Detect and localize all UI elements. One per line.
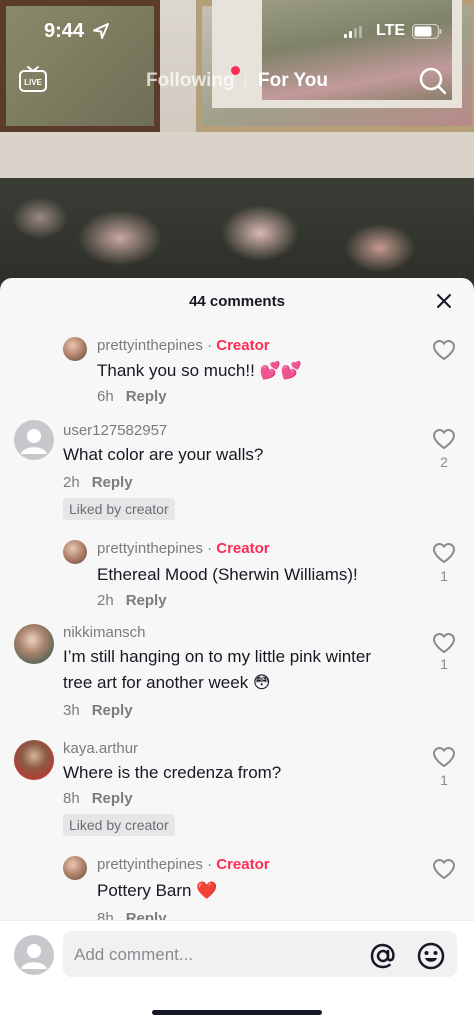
- heart-icon[interactable]: [432, 632, 456, 654]
- creator-badge: Creator: [216, 337, 270, 354]
- comment-author[interactable]: kaya.arthur: [63, 740, 138, 757]
- username[interactable]: nikkimansch: [63, 624, 146, 641]
- heart-icon[interactable]: [432, 858, 456, 880]
- search-icon[interactable]: [418, 66, 448, 96]
- comment-meta: 6h Reply: [97, 388, 167, 405]
- heart-icon[interactable]: [432, 746, 456, 768]
- avatar[interactable]: [63, 856, 87, 880]
- comment-time: 6h: [97, 388, 114, 405]
- comment-meta: 8h Reply: [63, 790, 133, 807]
- comment-text-line: tree art for another week 😳: [63, 673, 271, 692]
- comment-author[interactable]: user127582957: [63, 422, 167, 439]
- network-type: LTE: [376, 22, 406, 39]
- comment-text: Pottery Barn ❤️: [97, 881, 218, 900]
- avatar[interactable]: [14, 420, 54, 460]
- home-indicator[interactable]: [152, 1010, 322, 1015]
- emoji-icon[interactable]: [416, 941, 446, 971]
- live-label: LIVE: [24, 78, 42, 87]
- battery-icon: [412, 24, 442, 39]
- avatar: [14, 935, 54, 975]
- default-avatar-icon: [21, 429, 47, 454]
- comment-author[interactable]: nikkimansch: [63, 624, 146, 641]
- avatar[interactable]: [63, 540, 87, 564]
- tab-for-you[interactable]: For You: [258, 70, 328, 92]
- username[interactable]: prettyinthepines: [97, 337, 203, 354]
- reply-button[interactable]: Reply: [92, 702, 133, 719]
- nav-divider: [245, 74, 246, 88]
- comment: user127582957 What color are your walls?…: [0, 420, 474, 524]
- comment-reply: prettyinthepines · Creator Thank you so …: [0, 324, 474, 412]
- live-tv-icon[interactable]: LIVE: [18, 64, 48, 94]
- at-mention-icon[interactable]: [368, 941, 398, 971]
- reply-button[interactable]: Reply: [92, 474, 133, 491]
- comment-input-placeholder[interactable]: Add comment...: [74, 945, 193, 965]
- comment-meta: 2h Reply: [97, 592, 167, 609]
- comment-text-line: I’m still hanging on to my little pink w…: [63, 647, 372, 666]
- comment-meta: 8h Reply: [97, 910, 167, 920]
- default-avatar-icon: [21, 944, 47, 969]
- close-icon[interactable]: [436, 293, 452, 309]
- like-count: 2: [440, 454, 448, 470]
- reply-button[interactable]: Reply: [126, 592, 167, 609]
- reply-button[interactable]: Reply: [92, 790, 133, 807]
- tab-following[interactable]: Following: [146, 70, 235, 92]
- comment: nikkimansch I’m still hanging on to my l…: [0, 624, 474, 728]
- status-bar: 9:44 LTE: [0, 0, 474, 60]
- comment-time: 8h: [63, 790, 80, 807]
- heart-icon[interactable]: [432, 542, 456, 564]
- username[interactable]: prettyinthepines: [97, 540, 203, 557]
- comment-text: Thank you so much!! 💕💕: [97, 361, 302, 380]
- comment-reply: prettyinthepines · Creator Pottery Barn …: [0, 854, 474, 920]
- separator: ·: [207, 540, 217, 557]
- comment-meta: 2h Reply: [63, 474, 133, 491]
- comment-time: 2h: [97, 592, 114, 609]
- comment-time: 3h: [63, 702, 80, 719]
- comment-text: Where is the credenza from?: [63, 763, 282, 782]
- like-count: 1: [440, 772, 448, 788]
- comment-text: I’m still hanging on to my little pink w…: [63, 644, 423, 696]
- reply-button[interactable]: Reply: [126, 910, 167, 920]
- comment-time: 2h: [63, 474, 80, 491]
- comment-list[interactable]: prettyinthepines · Creator Thank you so …: [0, 324, 474, 920]
- comment-author[interactable]: prettyinthepines · Creator: [97, 337, 270, 354]
- separator: ·: [207, 856, 217, 873]
- username[interactable]: user127582957: [63, 422, 167, 439]
- avatar[interactable]: [63, 337, 87, 361]
- comment-meta: 3h Reply: [63, 702, 133, 719]
- liked-by-creator-badge: Liked by creator: [63, 814, 175, 836]
- comment-text: Ethereal Mood (Sherwin Williams)!: [97, 565, 358, 584]
- following-notification-dot: [231, 66, 240, 75]
- username[interactable]: kaya.arthur: [63, 740, 138, 757]
- separator: ·: [207, 337, 217, 354]
- comment-time: 8h: [97, 910, 114, 920]
- avatar[interactable]: [14, 624, 54, 664]
- comment: kaya.arthur Where is the credenza from? …: [0, 740, 474, 844]
- creator-badge: Creator: [216, 856, 270, 873]
- comments-sheet: 44 comments prettyinthepines · Creator T…: [0, 278, 474, 1025]
- top-nav: LIVE Following For You: [0, 60, 474, 104]
- signal-icon: [344, 26, 362, 38]
- username[interactable]: prettyinthepines: [97, 856, 203, 873]
- comment-author[interactable]: prettyinthepines · Creator: [97, 540, 270, 557]
- bottom-safe-area: [0, 984, 474, 1025]
- heart-icon[interactable]: [432, 428, 456, 450]
- like-count: 1: [440, 568, 448, 584]
- status-time: 9:44: [44, 20, 85, 42]
- liked-by-creator-badge: Liked by creator: [63, 498, 175, 520]
- comment-input-bar: Add comment...: [0, 920, 474, 984]
- comments-count: 44 comments: [189, 293, 285, 310]
- creator-badge: Creator: [216, 540, 270, 557]
- comment-text: What color are your walls?: [63, 445, 264, 464]
- comments-header: 44 comments: [0, 278, 474, 324]
- floral-painting: [0, 178, 474, 290]
- heart-icon[interactable]: [432, 339, 456, 361]
- reply-button[interactable]: Reply: [126, 388, 167, 405]
- location-arrow-icon: [93, 23, 109, 39]
- wall: [0, 132, 474, 178]
- comment-reply: prettyinthepines · Creator Ethereal Mood…: [0, 538, 474, 618]
- avatar[interactable]: [14, 740, 54, 780]
- comment-author[interactable]: prettyinthepines · Creator: [97, 856, 270, 873]
- like-count: 1: [440, 656, 448, 672]
